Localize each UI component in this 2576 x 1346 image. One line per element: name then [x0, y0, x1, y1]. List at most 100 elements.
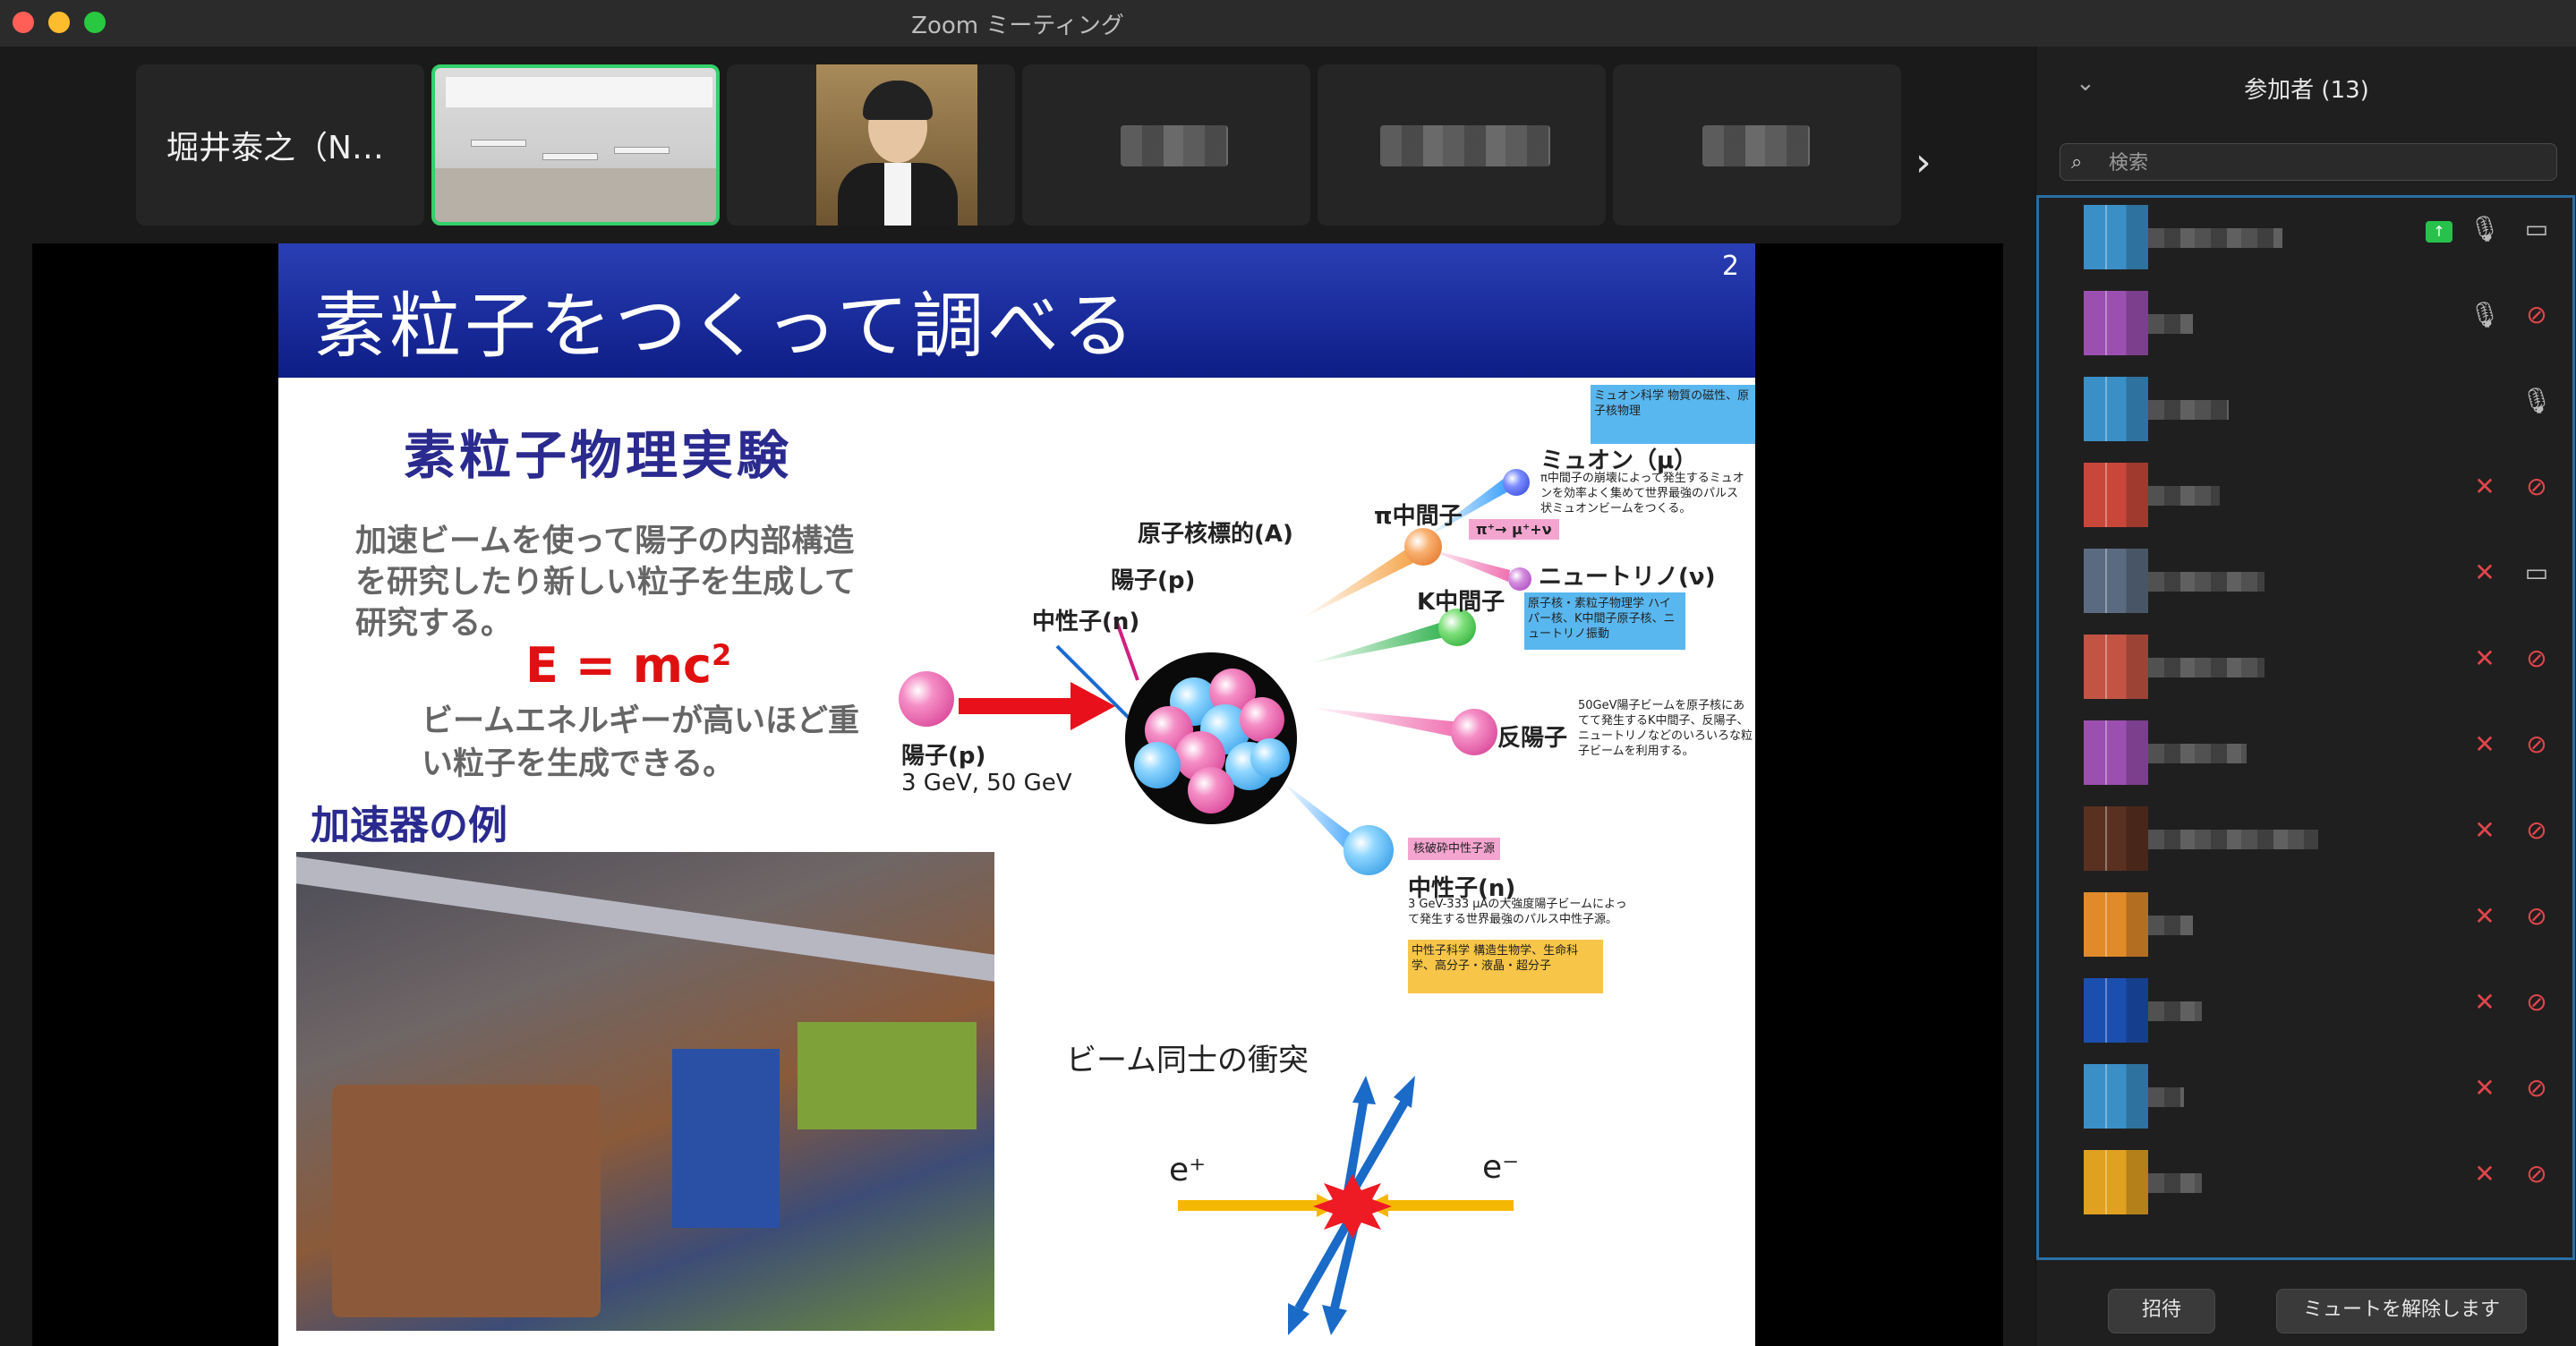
participant-search[interactable]: ⌕ [2060, 143, 2557, 181]
label-beam-energy: 3 GeV, 50 GeV [901, 770, 1072, 797]
search-icon: ⌕ [2071, 151, 2083, 174]
participant-tile-room-video[interactable] [431, 64, 720, 226]
participant-row[interactable]: ✕ ⊘ [2039, 1134, 2572, 1220]
mic-off-icon[interactable]: ✕ [2467, 987, 2503, 1017]
target-nucleus [1125, 652, 1297, 824]
participant-row[interactable]: 🎙 [2039, 361, 2572, 447]
participant-tile-person-video[interactable] [727, 64, 1015, 226]
video-icon: ▭ [2524, 558, 2549, 587]
share-letterbox-left [32, 243, 278, 1346]
participant-row[interactable]: ✕ ⊘ [2039, 1048, 2572, 1134]
mic-off-icon[interactable]: ✕ [2467, 729, 2503, 759]
blurred-name [1121, 125, 1228, 166]
participants-footer: 招待 ミュートを解除します [2036, 1260, 2576, 1346]
label-beam-proton: 陽子(p) [901, 743, 986, 770]
participant-row[interactable]: ✕ ⊘ [2039, 876, 2572, 962]
video-off-icon: ⊘ [2526, 815, 2547, 845]
mic-off-icon[interactable]: ✕ [2467, 643, 2503, 673]
blurred-participant-name [2148, 400, 2229, 420]
participant-tile-name[interactable]: 堀井泰之（N… [136, 64, 424, 226]
participant-tile[interactable] [1318, 64, 1606, 226]
window-title: Zoom ミーティング [911, 13, 1124, 39]
avatar [2084, 978, 2148, 1043]
neutrino-ball [1508, 567, 1531, 591]
antiproton-ball [1451, 709, 1497, 755]
avatar [2084, 1150, 2148, 1214]
avatar [2084, 377, 2148, 441]
participant-row[interactable]: ↑ 🎙 ▭ [2039, 198, 2572, 275]
participant-row[interactable]: 🎙 ⊘ [2039, 275, 2572, 361]
note-neutron-science: 中性子科学 構造生物学、生命科学、高分子・液晶・超分子 [1408, 940, 1603, 993]
participant-row[interactable]: ✕ ⊘ [2039, 704, 2572, 790]
avatar [2084, 205, 2148, 269]
mic-off-icon[interactable]: ✕ [2467, 558, 2503, 587]
participant-row[interactable]: ✕ ⊘ [2039, 618, 2572, 704]
person-video [816, 64, 977, 226]
blurred-name [1380, 125, 1550, 166]
blurred-participant-name [2148, 830, 2318, 849]
blurred-participant-name [2148, 916, 2193, 935]
label-antiproton: 反陽子 [1497, 725, 1568, 752]
label-e-plus: e⁺ [1169, 1152, 1207, 1188]
blurred-participant-name [2148, 572, 2265, 592]
pi-meson-ball [1404, 528, 1442, 566]
beam-proton-ball [899, 671, 954, 727]
avatar [2084, 635, 2148, 699]
next-page-chevron-right-icon[interactable]: › [1915, 140, 1932, 185]
participant-row[interactable]: ✕ ⊘ [2039, 962, 2572, 1048]
avatar [2084, 1064, 2148, 1129]
avatar [2084, 892, 2148, 957]
beam-arrow-red [959, 682, 1115, 730]
note-neutron-desc: 3 GeV-333 μAの大強度陽子ビームによって発生する世界最強のパルス中性子… [1408, 898, 1627, 926]
blurred-participant-name [2148, 486, 2220, 506]
neutron-ball [1343, 825, 1394, 875]
avatar [2084, 291, 2148, 355]
invite-button[interactable]: 招待 [2108, 1289, 2215, 1333]
share-letterbox-right [1755, 243, 2003, 1346]
blurred-participant-name [2148, 1001, 2202, 1021]
avatar [2084, 720, 2148, 785]
video-off-icon: ⊘ [2526, 643, 2547, 673]
note-muon-desc: π中間子の崩壊によって発生するミュオンを効率よく集めて世界最強のパルス状ミュオン… [1540, 472, 1744, 515]
mic-off-icon[interactable]: ✕ [2467, 1073, 2503, 1103]
video-off-icon: ⊘ [2526, 901, 2547, 931]
participant-row[interactable]: ✕ ⊘ [2039, 447, 2572, 532]
mic-icon[interactable]: 🎙 [2467, 214, 2503, 243]
k-meson-ray [1308, 619, 1454, 664]
avatar [2084, 463, 2148, 527]
collision-burst [1313, 1174, 1392, 1239]
mic-off-icon[interactable]: ✕ [2467, 1159, 2503, 1188]
mic-icon[interactable]: 🎙 [2467, 300, 2503, 329]
video-icon: ▭ [2524, 214, 2549, 243]
pi-meson-ray [1301, 543, 1422, 619]
antiproton-ray [1308, 707, 1462, 738]
mic-off-icon[interactable]: ✕ [2467, 815, 2503, 845]
title-bar: Zoom ミーティング [0, 0, 2576, 47]
participant-tile[interactable] [1022, 64, 1310, 226]
search-input[interactable] [2107, 148, 2540, 178]
note-muon-science: ミュオン科学 物質の磁性、原子核物理 [1591, 385, 1755, 444]
mic-off-icon[interactable]: ✕ [2467, 901, 2503, 931]
video-off-icon: ⊘ [2526, 1073, 2547, 1103]
note-antiproton-desc: 50GeV陽子ビームを原子核にあてて発生するK中間子、反陽子、ニュートリノなどの… [1578, 699, 1753, 758]
unmute-all-button[interactable]: ミュートを解除します [2276, 1289, 2527, 1333]
participant-tile[interactable] [1613, 64, 1901, 226]
avatar [2084, 806, 2148, 871]
label-k-meson: K中間子 [1417, 589, 1506, 616]
blurred-participant-name [2148, 228, 2282, 248]
participant-list[interactable]: ↑ 🎙 ▭ 🎙 ⊘ 🎙 ✕ ⊘ ✕ ▭ ✕ ⊘ ✕ ⊘ ✕ ⊘ ✕ ⊘ ✕ ⊘ ✕ ⊘ ✕ ⊘ [2036, 195, 2575, 1260]
participant-row[interactable]: ✕ ⊘ [2039, 790, 2572, 876]
participant-row[interactable]: ✕ ▭ [2039, 532, 2572, 618]
mic-off-icon[interactable]: ✕ [2467, 472, 2503, 501]
video-off-icon: ⊘ [2526, 729, 2547, 759]
label-decay: π⁺→ μ⁺+ν [1469, 519, 1559, 540]
video-off-icon: ⊘ [2526, 300, 2547, 329]
label-e-minus: e⁻ [1482, 1149, 1520, 1186]
avatar [2084, 549, 2148, 613]
room-video [435, 68, 716, 222]
participants-panel: ⌄ 参加者 (13) ⌕ ↑🎙▭🎙⊘🎙✕⊘✕▭✕⊘✕⊘✕⊘✕⊘✕⊘✕⊘✕⊘ 招待… [2035, 47, 2576, 1346]
blurred-participant-name [2148, 314, 2193, 334]
label-pi-meson: π中間子 [1374, 503, 1463, 530]
label-proton: 陽子(p) [1111, 567, 1196, 594]
mic-icon[interactable]: 🎙 [2519, 386, 2555, 415]
